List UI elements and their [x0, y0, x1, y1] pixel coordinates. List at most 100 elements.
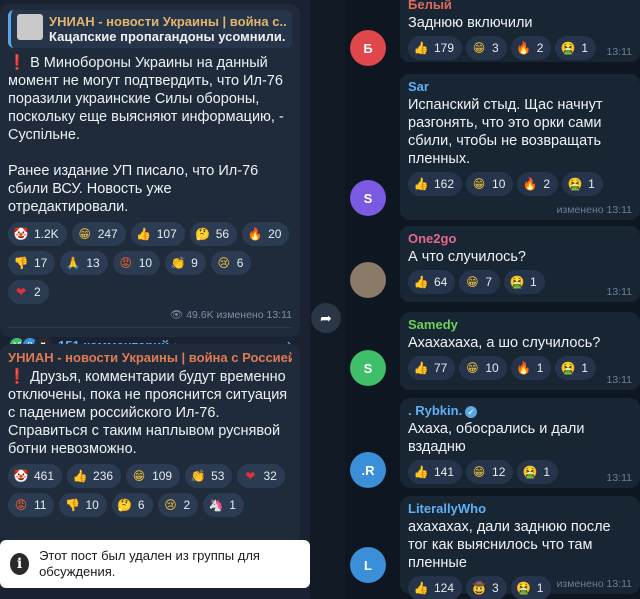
reactions-bar: 🤡 1.2K 😁 247 👍 107 🤔 56 🔥 20 👎 17 🙏 13 😡 10 👏 9 😢 6 ❤ 2	[8, 222, 292, 304]
reaction-chip[interactable]: 😁 247	[71, 222, 126, 246]
reaction-count: 53	[211, 469, 225, 483]
reaction-chip[interactable]: 🤔 56	[189, 222, 238, 246]
reaction-chip[interactable]: 🦄 1	[203, 493, 244, 517]
comment-time: 13:11	[606, 374, 633, 386]
reaction-chip[interactable]: 😡 11	[8, 493, 55, 517]
reaction-count: 109	[152, 469, 173, 483]
comment-author[interactable]: Sar	[408, 79, 632, 94]
reaction-chip[interactable]: 😁 10	[466, 172, 514, 196]
comment-author[interactable]: . Rybkin. ✓	[408, 403, 632, 418]
reply-title: УНИАН - новости Украины | война с...	[49, 14, 286, 29]
reaction-chip[interactable]: 🤠 3	[466, 576, 507, 599]
user-avatar[interactable]: L	[350, 547, 386, 583]
crying-face-icon: 😢	[217, 256, 231, 270]
reaction-chip[interactable]: 😢 6	[210, 251, 252, 275]
reaction-chip[interactable]: 🤡 1.2K	[8, 222, 67, 246]
cowboy-face-icon: 🤠	[471, 581, 487, 595]
reaction-count: 1	[588, 177, 595, 191]
user-avatar[interactable]: .R	[350, 452, 386, 488]
reactions-bar: 👍 77 😁 10 🔥 1 🤮 1	[408, 356, 632, 380]
reaction-chip[interactable]: 👍 124	[408, 576, 463, 599]
heart-icon: ❤	[245, 469, 256, 483]
reaction-count: 64	[434, 275, 448, 289]
comment-author[interactable]: Samedy	[408, 317, 632, 332]
reaction-chip[interactable]: 👍 107	[130, 222, 185, 246]
reaction-chip[interactable]: 👍 236	[67, 464, 122, 488]
user-avatar[interactable]	[350, 262, 386, 298]
reaction-count: 10	[485, 361, 499, 375]
reaction-count: 1.2K	[34, 227, 59, 241]
reaction-chip[interactable]: ❤ 32	[237, 464, 285, 488]
reaction-chip[interactable]: 🤮 1	[555, 356, 597, 380]
comment-text: Ахахахаха, а шо случилось?	[408, 335, 601, 351]
thumbs-up-icon: 👍	[72, 469, 88, 483]
reaction-chip[interactable]: 🙏 13	[60, 251, 108, 275]
reaction-count: 13	[86, 256, 100, 270]
comment-message: . Rybkin. ✓ Ахаха, обосрались и дали вздад…	[400, 398, 640, 488]
reaction-count: 1	[581, 41, 589, 55]
exclamation-icon: ❗	[8, 55, 27, 71]
reaction-chip[interactable]: 🔥 2	[517, 172, 559, 196]
thumbs-up-icon: 👍	[413, 581, 429, 595]
comment-time: 13:11	[606, 472, 633, 484]
reactions-bar: 👍 162 😁 10 🔥 2 🤮 1	[408, 172, 632, 196]
reaction-chip[interactable]: 🤡 461	[8, 464, 63, 488]
user-avatar[interactable]: S	[350, 350, 386, 386]
reply-preview[interactable]: УНИАН - новости Украины | война с... Кац…	[8, 10, 292, 48]
reaction-chip[interactable]: 😢 2	[157, 493, 199, 517]
reaction-chip[interactable]: 🤮 1	[504, 270, 545, 294]
comment-author[interactable]: Белый	[408, 0, 632, 12]
clown-face-icon: 🤡	[13, 469, 29, 483]
reaction-chip[interactable]: 😁 10	[459, 356, 507, 380]
reaction-chip[interactable]: 🤮 1	[510, 576, 552, 599]
reaction-chip[interactable]: 🔥 2	[510, 36, 552, 60]
fire-icon: 🔥	[516, 41, 532, 55]
reaction-chip[interactable]: 👏 53	[185, 464, 233, 488]
reaction-chip[interactable]: 👍 77	[408, 356, 456, 380]
clapping-hands-icon: 👏	[170, 256, 186, 270]
comment-message: Белый Заднюю включили 👍 179 😁 3 🔥 2 🤮 1 13:11	[400, 0, 640, 62]
folded-hands-icon: 🙏	[65, 256, 81, 270]
thumbs-down-icon: 👎	[13, 256, 29, 270]
reaction-chip[interactable]: 👍 162	[408, 172, 463, 196]
user-avatar[interactable]: Б	[350, 30, 386, 66]
fire-icon: 🔥	[522, 177, 538, 191]
reaction-chip[interactable]: 😁 3	[466, 36, 507, 60]
reaction-chip[interactable]: 😁 109	[126, 464, 181, 488]
reaction-chip[interactable]: 😁 12	[466, 460, 514, 484]
comment-author[interactable]: One2go	[408, 231, 632, 246]
comment-text: ахахахах, дали заднюю после тог как выяс…	[408, 519, 611, 571]
reaction-chip[interactable]: 🤔 6	[111, 493, 153, 517]
channel-name[interactable]: УНИАН - новости Украины | война с Россие…	[8, 350, 292, 365]
reaction-count: 461	[34, 469, 55, 483]
reaction-chip[interactable]: 👎 10	[59, 493, 107, 517]
reaction-chip[interactable]: 😁 7	[459, 270, 501, 294]
reaction-count: 124	[434, 581, 455, 595]
reactions-bar: 🤡 461 👍 236 😁 109 👏 53 ❤ 32 😡 11 👎 10 🤔 6 😢 2 🦄 1	[8, 464, 292, 517]
comment-author[interactable]: LiterallyWho	[408, 501, 632, 516]
thinking-face-icon: 🤔	[195, 227, 211, 241]
reaction-chip[interactable]: 👍 64	[408, 270, 456, 294]
grinning-face-icon: 😁	[466, 361, 479, 375]
comment-text: Испанский стыд. Щас начнут разгонять, чт…	[408, 97, 603, 167]
reaction-chip[interactable]: 👍 141	[408, 460, 463, 484]
thumbs-up-icon: 👍	[413, 177, 429, 191]
reaction-count: 1	[530, 275, 537, 289]
reaction-chip[interactable]: 😡 10	[112, 251, 161, 275]
share-arrow-icon[interactable]: ➦	[311, 303, 341, 333]
reaction-chip[interactable]: 👏 9	[165, 251, 206, 275]
user-avatar[interactable]: S	[350, 180, 386, 216]
reaction-count: 1	[543, 465, 551, 479]
angry-face-icon: 😡	[14, 498, 28, 512]
reaction-count: 236	[93, 469, 114, 483]
reaction-chip[interactable]: 👍 179	[408, 36, 463, 60]
nauseated-face-icon: 🤮	[509, 275, 525, 289]
reaction-chip[interactable]: 🔥 20	[242, 222, 290, 246]
reaction-chip[interactable]: 🤮 1	[562, 172, 603, 196]
reaction-chip[interactable]: 👎 17	[8, 251, 56, 275]
reaction-chip[interactable]: 🔥 1	[510, 356, 552, 380]
reaction-chip[interactable]: 🤮 1	[555, 36, 597, 60]
reaction-chip[interactable]: 🤮 1	[517, 460, 559, 484]
reaction-chip[interactable]: ❤ 2	[8, 280, 49, 304]
reaction-count: 6	[236, 256, 244, 270]
